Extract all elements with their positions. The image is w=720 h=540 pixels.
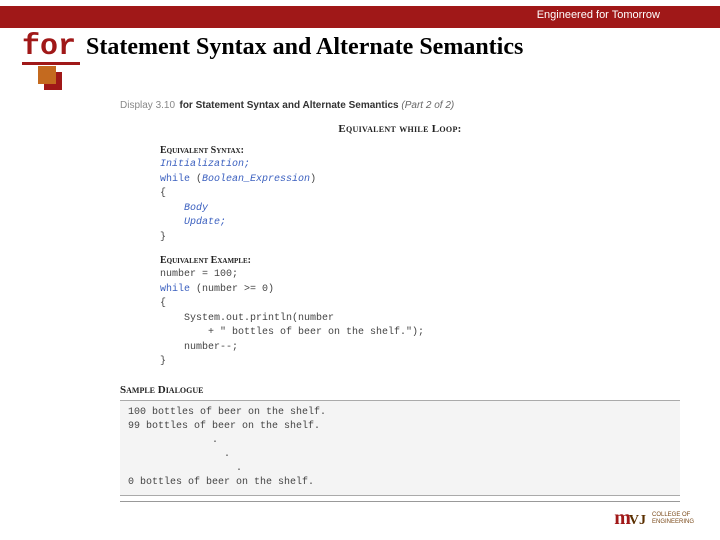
heading-equivalent-syntax: Equivalent Syntax: (120, 145, 680, 156)
heading-sample-dialogue: Sample Dialogue (120, 384, 680, 396)
code-line: number--; (160, 342, 238, 353)
content-area: Display 3.10 for Statement Syntax and Al… (120, 95, 680, 496)
slide-title: for Statement Syntax and Alternate Seman… (22, 30, 523, 64)
code-line: { (160, 298, 166, 309)
display-title: for Statement Syntax and Alternate Seman… (179, 100, 401, 111)
logo-text: College of Engineering (652, 512, 694, 525)
output-line: 0 bottles of beer on the shelf. (128, 477, 314, 488)
code-line: } (160, 356, 166, 367)
code-line: number = 100; (160, 269, 238, 280)
code-placeholder: Update; (160, 217, 226, 228)
decor-square-icon (38, 66, 56, 84)
code-line: ) (310, 174, 316, 185)
heading-equivalent-while: Equivalent while Loop: (120, 123, 680, 135)
code-placeholder: Body (160, 203, 208, 214)
keyword-underline (22, 62, 80, 65)
code-kw-while: while (160, 284, 190, 295)
code-line: System.out.println(number (160, 313, 334, 324)
logo-vj: VJ (629, 513, 646, 528)
code-line: } (160, 232, 166, 243)
example-code: number = 100; while (number >= 0) { Syst… (120, 268, 680, 370)
output-line: . (128, 449, 230, 460)
code-kw-while: while (160, 174, 190, 185)
output-line: . (128, 463, 242, 474)
output-line: . (128, 435, 218, 446)
code-placeholder: Boolean_Expression (202, 174, 310, 185)
display-number: Display 3.10 (120, 100, 175, 111)
output-line: 99 bottles of beer on the shelf. (128, 421, 320, 432)
tagline: Engineered for Tomorrow (537, 9, 660, 21)
code-line: (number >= 0) (190, 284, 274, 295)
syntax-code: Initialization; while (Boolean_Expressio… (120, 158, 680, 245)
display-part: (Part 2 of 2) (401, 100, 454, 111)
logo-line: Engineering (652, 519, 694, 526)
heading-equivalent-example: Equivalent Example: (120, 255, 680, 266)
code-line: + " bottles of beer on the shelf."); (160, 327, 424, 338)
code-line: Initialization; (160, 159, 250, 170)
logo-mark: mVJ (614, 507, 646, 530)
display-title-text: for Statement Syntax and Alternate Seman… (179, 100, 398, 111)
output-line: 100 bottles of beer on the shelf. (128, 407, 326, 418)
title-rest: Statement Syntax and Alternate Semantics (86, 34, 523, 61)
sample-output: 100 bottles of beer on the shelf. 99 bot… (120, 400, 680, 496)
code-line: { (160, 188, 166, 199)
logo-line: College of (652, 512, 694, 519)
code-line: ( (190, 174, 202, 185)
footer-rule (120, 501, 680, 502)
footer-logo: mVJ College of Engineering (614, 507, 694, 530)
display-line: Display 3.10 for Statement Syntax and Al… (120, 95, 680, 113)
keyword-for: for (22, 30, 76, 64)
